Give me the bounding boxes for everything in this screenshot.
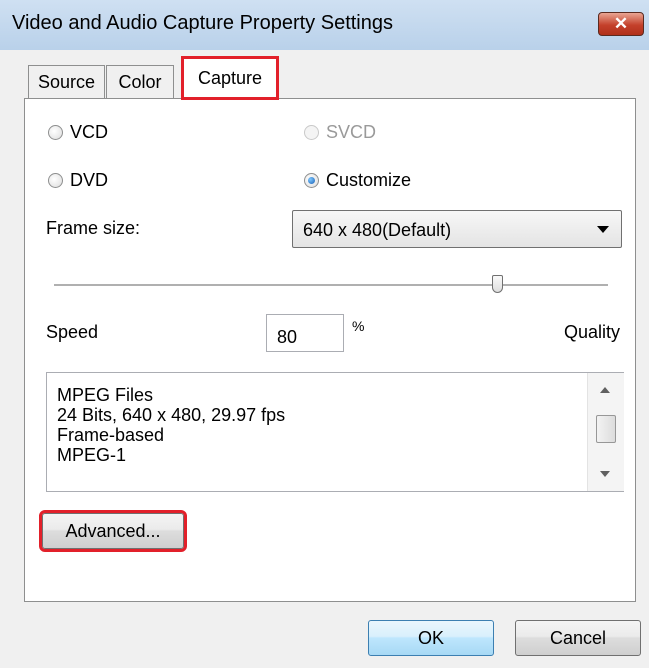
tab-source-label: Source — [37, 72, 96, 92]
scroll-down-icon[interactable] — [600, 471, 610, 477]
frame-size-value: 640 x 480(Default) — [303, 220, 452, 240]
scroll-up-icon[interactable] — [600, 387, 610, 393]
speed-quality-slider-track[interactable] — [54, 284, 608, 287]
radio-customize[interactable]: Customize — [304, 170, 444, 194]
cancel-button[interactable]: Cancel — [515, 620, 641, 656]
quality-label: Quality — [564, 322, 621, 342]
radio-vcd-label: VCD — [70, 122, 109, 142]
tab-color-label: Color — [118, 72, 162, 92]
radio-customize-circle[interactable] — [304, 173, 319, 188]
tab-capture-label: Capture — [197, 67, 263, 88]
radio-vcd-circle[interactable] — [48, 125, 63, 140]
radio-customize-label: Customize — [326, 170, 412, 190]
tab-capture[interactable]: Capture — [181, 56, 279, 100]
list-item: 24 Bits, 640 x 480, 29.97 fps — [57, 405, 286, 425]
scrollbar-thumb[interactable] — [596, 415, 616, 443]
title-bar: Video and Audio Capture Property Setting… — [0, 0, 649, 50]
list-item: MPEG Files — [57, 385, 154, 405]
ok-button[interactable]: OK — [368, 620, 494, 656]
frame-size-dropdown[interactable]: 640 x 480(Default) — [292, 210, 622, 248]
percent-label: % — [352, 318, 365, 334]
radio-svcd: SVCD — [304, 122, 424, 146]
radio-svcd-circle — [304, 125, 319, 140]
speed-quality-slider-thumb[interactable] — [492, 275, 504, 293]
list-item: MPEG-1 — [57, 445, 127, 465]
window-title: Video and Audio Capture Property Setting… — [12, 12, 393, 34]
radio-dvd-circle[interactable] — [48, 173, 63, 188]
tab-color[interactable]: Color — [106, 65, 174, 99]
list-item: Frame-based — [57, 425, 165, 445]
chevron-down-icon — [597, 226, 609, 233]
close-button[interactable]: ✕ — [598, 12, 644, 36]
radio-dvd[interactable]: DVD — [48, 170, 168, 194]
advanced-button[interactable]: Advanced... — [39, 510, 187, 552]
radio-svcd-label: SVCD — [326, 122, 377, 142]
speed-quality-input[interactable] — [266, 314, 344, 352]
speed-label: Speed — [46, 322, 99, 342]
format-info-list[interactable]: MPEG Files 24 Bits, 640 x 480, 29.97 fps… — [46, 372, 624, 492]
vertical-scrollbar[interactable] — [587, 373, 624, 491]
frame-size-label: Frame size: — [46, 218, 141, 238]
close-icon: ✕ — [613, 14, 629, 33]
radio-vcd[interactable]: VCD — [48, 122, 168, 146]
tab-source[interactable]: Source — [28, 65, 105, 99]
radio-dvd-label: DVD — [70, 170, 109, 190]
